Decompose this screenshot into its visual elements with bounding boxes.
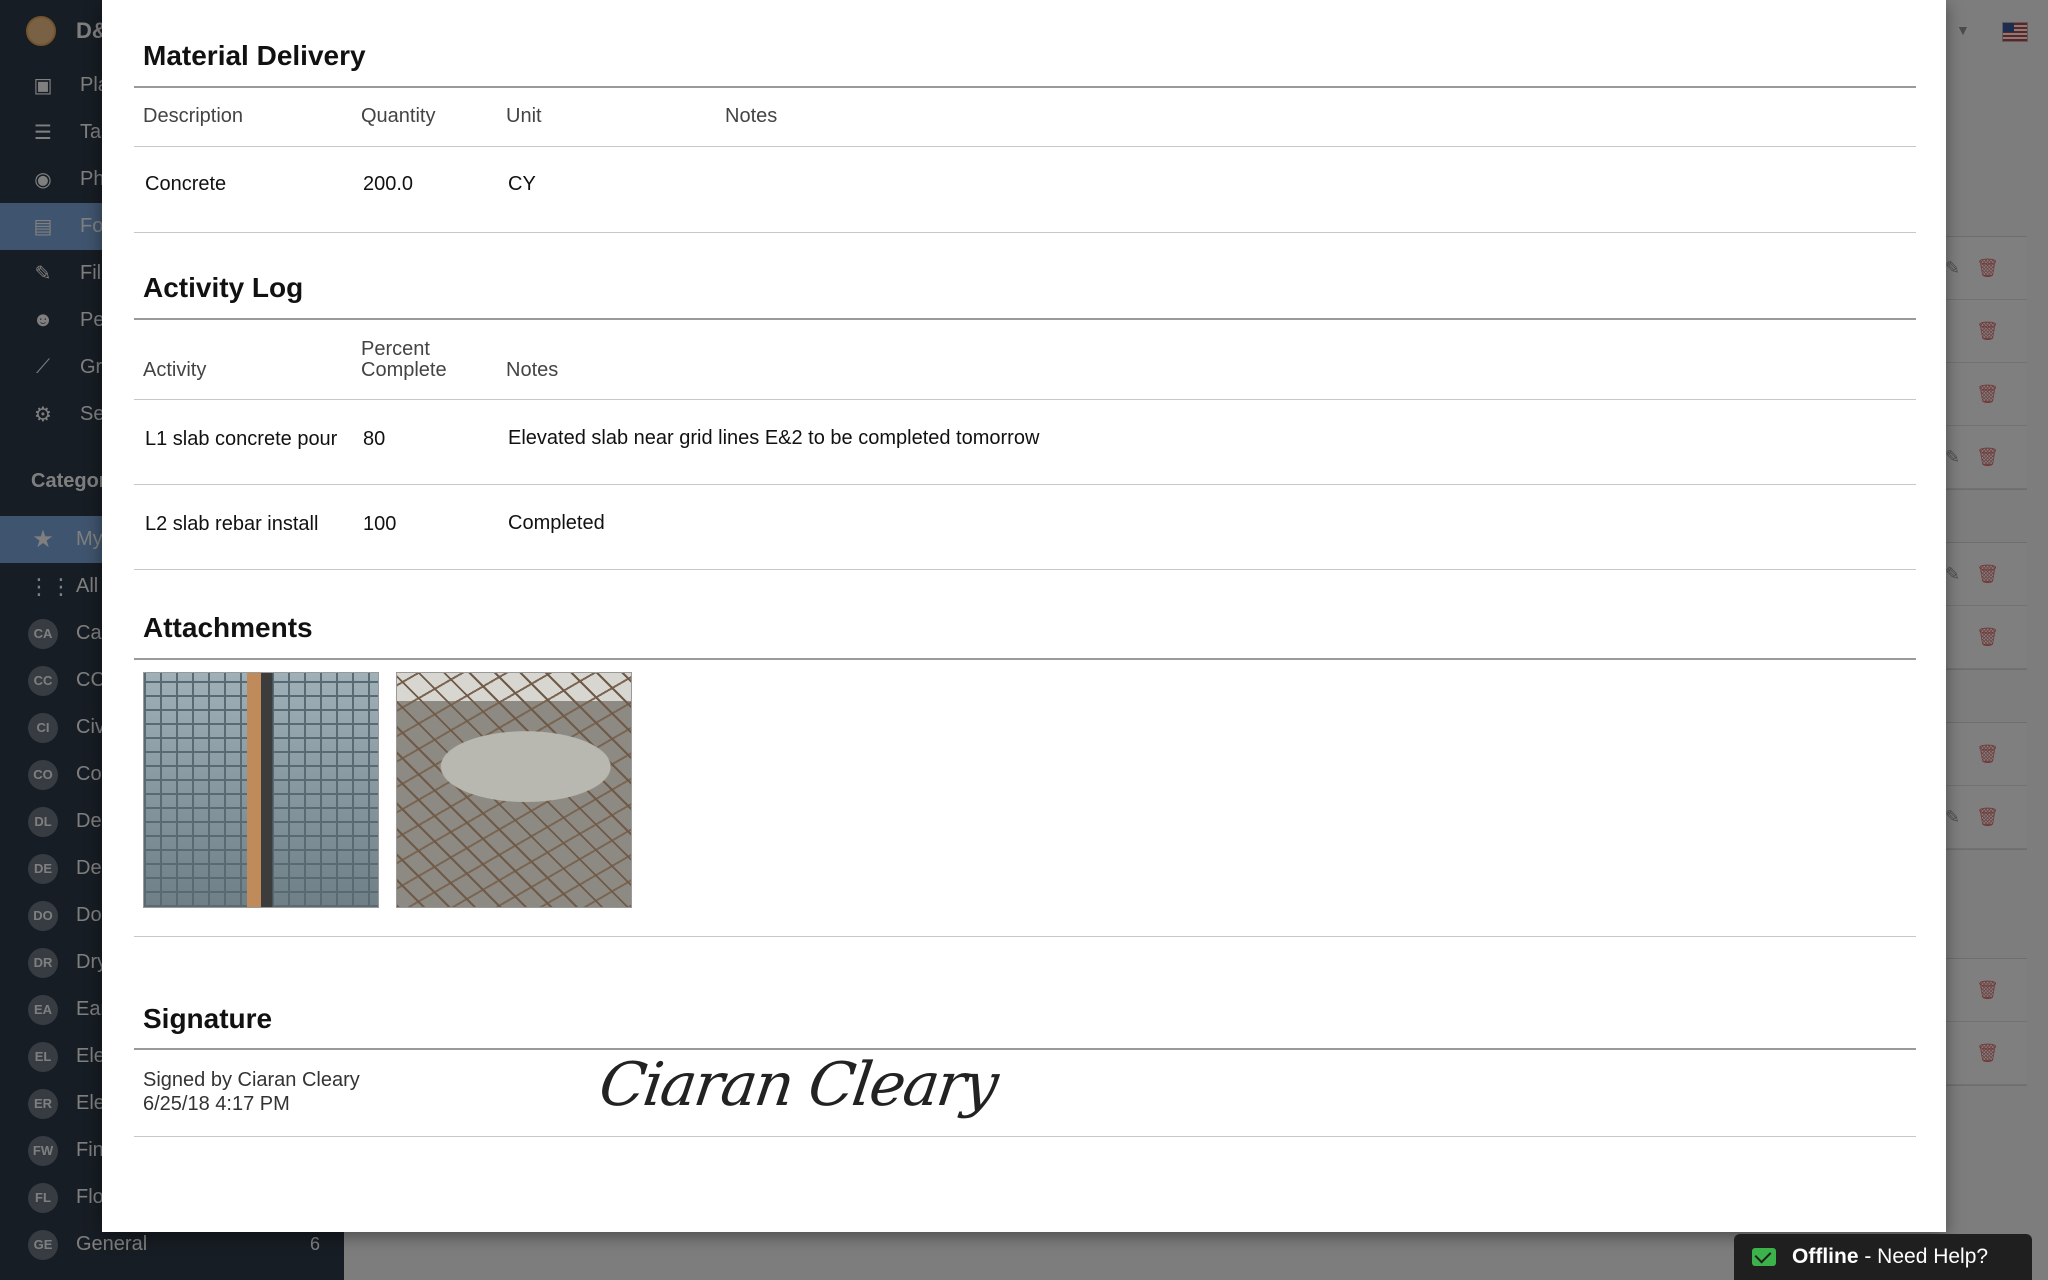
divider xyxy=(134,232,1916,233)
column-header-percent-complete: Percent Complete xyxy=(361,339,447,381)
material-delivery-title: Material Delivery xyxy=(143,40,366,71)
help-status: Offline xyxy=(1792,1245,1859,1268)
signed-by: Signed by Ciaran Cleary xyxy=(143,1069,360,1091)
column-header-activity: Activity xyxy=(143,359,207,381)
divider xyxy=(134,1048,1916,1050)
activity-name: L2 slab rebar install xyxy=(145,513,319,535)
material-quantity: 200.0 xyxy=(363,173,414,195)
divider xyxy=(134,1136,1916,1137)
divider xyxy=(134,146,1916,147)
material-description: Concrete xyxy=(145,173,227,195)
activity-notes: Completed xyxy=(508,512,605,534)
column-header-complete-line: Complete xyxy=(361,359,447,381)
divider xyxy=(134,318,1916,320)
help-chat-widget[interactable]: Offline - Need Help? xyxy=(1734,1234,2032,1280)
divider xyxy=(134,86,1916,88)
attachments-title: Attachments xyxy=(143,612,313,643)
mail-icon xyxy=(1752,1248,1776,1266)
activity-log-title: Activity Log xyxy=(143,272,304,303)
divider xyxy=(134,936,1916,937)
activity-name: L1 slab concrete pour xyxy=(145,428,338,450)
divider xyxy=(134,399,1916,400)
activity-percent: 100 xyxy=(363,513,397,535)
signature-timestamp: 6/25/18 4:17 PM xyxy=(143,1093,290,1115)
daily-report-modal: Material Delivery Description Quantity U… xyxy=(102,0,1946,1232)
activity-notes: Elevated slab near grid lines E&2 to be … xyxy=(508,427,1040,449)
help-separator: - xyxy=(1858,1245,1878,1268)
signature-image: Ciaran Cleary xyxy=(595,1050,1001,1120)
divider xyxy=(134,569,1916,570)
attachment-thumbnail-concrete[interactable] xyxy=(396,672,632,908)
signature-meta: Signed by Ciaran Cleary 6/25/18 4:17 PM xyxy=(143,1068,360,1116)
column-header-notes: Notes xyxy=(506,359,559,381)
column-header-notes: Notes xyxy=(725,105,778,127)
column-header-quantity: Quantity xyxy=(361,105,436,127)
column-header-percent-line: Percent xyxy=(361,338,430,360)
attachment-thumbnail-rebar[interactable] xyxy=(143,672,379,908)
material-unit: CY xyxy=(508,173,536,195)
column-header-unit: Unit xyxy=(506,105,542,127)
column-header-description: Description xyxy=(143,105,244,127)
help-text: Need Help? xyxy=(1877,1245,1989,1268)
activity-percent: 80 xyxy=(363,428,386,450)
divider xyxy=(134,658,1916,660)
divider xyxy=(134,484,1916,485)
signature-title: Signature xyxy=(143,1003,273,1034)
